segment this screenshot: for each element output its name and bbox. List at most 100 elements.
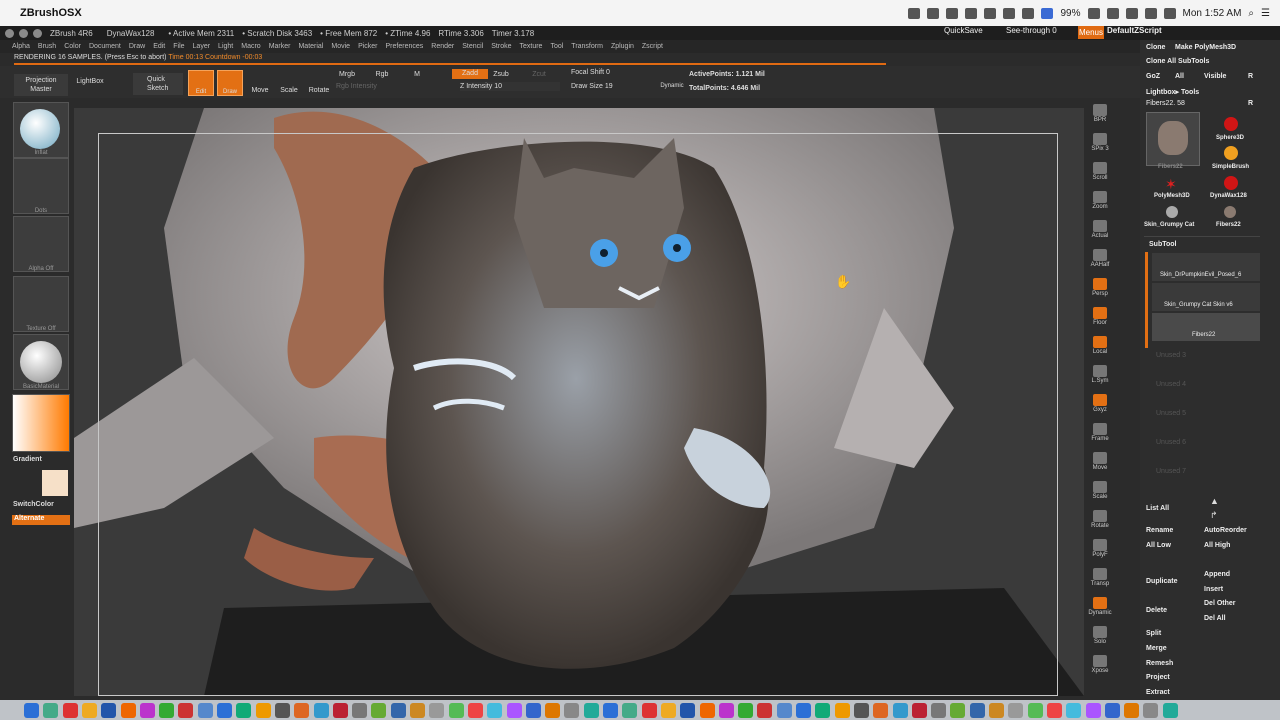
delete-button[interactable]: Delete xyxy=(1146,607,1167,614)
shelf-button-bpr[interactable]: BPR xyxy=(1087,104,1113,128)
dock-app-icon[interactable] xyxy=(718,703,734,718)
dock-app-icon[interactable] xyxy=(24,703,39,718)
gradient-label[interactable]: Gradient xyxy=(13,456,69,463)
menu-item-edit[interactable]: Edit xyxy=(153,43,165,50)
dock-app-icon[interactable] xyxy=(989,703,1004,718)
dock-app-icon[interactable] xyxy=(776,703,792,718)
dock-app-icon[interactable] xyxy=(410,703,425,718)
menu-item-color[interactable]: Color xyxy=(64,43,81,50)
shelf-button-aahalf[interactable]: AAHalf xyxy=(1087,249,1113,273)
list-all-button[interactable]: List All xyxy=(1146,505,1169,512)
rotate-button[interactable]: Rotate xyxy=(306,86,332,95)
dock-app-icon[interactable] xyxy=(911,703,927,718)
dynawax-icon[interactable] xyxy=(1224,176,1238,190)
shelf-button-scroll[interactable]: Scroll xyxy=(1087,162,1113,186)
bluetooth-icon[interactable] xyxy=(1106,7,1119,19)
move-button[interactable]: Move xyxy=(248,86,272,95)
dock-app-icon[interactable] xyxy=(1085,703,1101,718)
r-button-2[interactable]: R xyxy=(1248,100,1253,107)
secondary-color-swatch[interactable] xyxy=(42,470,68,496)
zsub-button[interactable]: Zsub xyxy=(490,70,512,79)
menu-item-brush[interactable]: Brush xyxy=(38,43,56,50)
dock-app-icon[interactable] xyxy=(313,703,329,718)
shelf-button-scale[interactable]: Scale xyxy=(1087,481,1113,505)
zadd-button[interactable]: Zadd xyxy=(452,69,488,79)
cpu-meter-icon[interactable] xyxy=(1041,7,1054,19)
menu-item-marker[interactable]: Marker xyxy=(269,43,291,50)
duplicate-button[interactable]: Duplicate xyxy=(1146,578,1178,585)
focal-shift-slider[interactable]: Focal Shift 0 xyxy=(571,68,661,77)
lightbox-button[interactable]: LightBox xyxy=(72,77,108,86)
dock-app-icon[interactable] xyxy=(680,703,696,718)
dock-app-icon[interactable] xyxy=(236,703,252,718)
zcut-button[interactable]: Zcut xyxy=(528,70,550,79)
z-intensity-slider[interactable]: Z Intensity 10 xyxy=(460,82,560,91)
list-icon[interactable]: ☰ xyxy=(1261,8,1270,19)
dock-app-icon[interactable] xyxy=(738,703,754,718)
append-button[interactable]: Append xyxy=(1204,571,1230,578)
current-tool-thumbnail[interactable] xyxy=(1146,112,1200,166)
dock-app-icon[interactable] xyxy=(1027,703,1043,718)
tool-item-label[interactable]: Skin_Grumpy Cat xyxy=(1144,222,1194,228)
color-picker[interactable] xyxy=(12,394,70,452)
dock-app-icon[interactable] xyxy=(564,703,580,718)
dock-app-icon[interactable] xyxy=(969,703,985,718)
flag-icon[interactable] xyxy=(1163,7,1176,19)
menus-button[interactable]: Menus xyxy=(1078,26,1104,39)
dock-app-icon[interactable] xyxy=(81,703,97,718)
dock-app-icon[interactable] xyxy=(371,703,387,718)
project-button[interactable]: Project xyxy=(1146,674,1170,681)
shelf-button-actual[interactable]: Actual xyxy=(1087,220,1113,244)
camera-icon[interactable] xyxy=(984,7,997,19)
dock-app-icon[interactable] xyxy=(757,703,773,718)
lightbox-tools-button[interactable]: Lightbox▸ Tools xyxy=(1146,88,1199,96)
rename-button[interactable]: Rename xyxy=(1146,527,1173,534)
dock-app-icon[interactable] xyxy=(1046,703,1062,718)
shelf-button-rotate[interactable]: Rotate xyxy=(1087,510,1113,534)
menu-item-draw[interactable]: Draw xyxy=(129,43,145,50)
switch-color-button[interactable]: SwitchColor xyxy=(13,501,69,508)
menu-item-zscript[interactable]: Zscript xyxy=(642,43,663,50)
dock-app-icon[interactable] xyxy=(1066,703,1082,718)
shelf-button-dynamic[interactable]: Dynamic xyxy=(1087,597,1113,621)
shelf-button-l-sym[interactable]: L.Sym xyxy=(1087,365,1113,389)
subtool-row[interactable]: Skin_DrPumpkinEvil_Posed_6 xyxy=(1152,253,1260,281)
simple-brush-icon[interactable] xyxy=(1224,146,1238,160)
menu-item-transform[interactable]: Transform xyxy=(571,43,603,50)
dock-app-icon[interactable] xyxy=(101,703,117,718)
menu-item-stencil[interactable]: Stencil xyxy=(462,43,483,50)
wifi-icon[interactable] xyxy=(1144,7,1157,19)
dock-app-icon[interactable] xyxy=(950,703,966,718)
dock-app-icon[interactable] xyxy=(931,703,947,718)
menu-item-zplugin[interactable]: Zplugin xyxy=(611,43,634,50)
clone-all-subtools-button[interactable]: Clone All SubTools xyxy=(1146,58,1209,65)
dock-app-icon[interactable] xyxy=(545,703,561,718)
auto-reorder-button[interactable]: AutoReorder xyxy=(1204,527,1247,534)
make-polymesh-button[interactable]: Make PolyMesh3D xyxy=(1175,44,1236,51)
dock-app-icon[interactable] xyxy=(1143,703,1159,718)
all-button[interactable]: All xyxy=(1175,73,1184,80)
dock-app-icon[interactable] xyxy=(834,703,850,718)
dock-app-icon[interactable] xyxy=(1008,703,1024,718)
quicksave-button[interactable]: QuickSave xyxy=(944,26,983,35)
dock-app-icon[interactable] xyxy=(294,703,310,718)
shelf-button-move[interactable]: Move xyxy=(1087,452,1113,476)
dock-app-icon[interactable] xyxy=(62,703,78,718)
dock-app-icon[interactable] xyxy=(796,703,811,718)
shelf-button-zoom[interactable]: Zoom xyxy=(1087,191,1113,215)
shelf-button-persp[interactable]: Persp xyxy=(1087,278,1113,302)
default-zscript-button[interactable]: DefaultZScript xyxy=(1107,26,1162,35)
dock-app-icon[interactable] xyxy=(139,703,155,718)
dock-app-icon[interactable] xyxy=(159,703,175,718)
dock-app-icon[interactable] xyxy=(255,703,271,718)
dock-app-icon[interactable] xyxy=(467,703,483,718)
battery-percent[interactable]: 99% xyxy=(1060,8,1080,19)
dock-app-icon[interactable] xyxy=(217,703,232,718)
menu-item-preferences[interactable]: Preferences xyxy=(386,43,424,50)
tool-item-label[interactable]: Fibers22 xyxy=(1216,222,1241,228)
shelf-button-floor[interactable]: Floor xyxy=(1087,307,1113,331)
menu-item-stroke[interactable]: Stroke xyxy=(491,43,511,50)
material-thumbnail[interactable] xyxy=(13,334,69,390)
tool-item-label[interactable]: DynaWax128 xyxy=(1210,193,1247,199)
dock-app-icon[interactable] xyxy=(274,703,290,718)
